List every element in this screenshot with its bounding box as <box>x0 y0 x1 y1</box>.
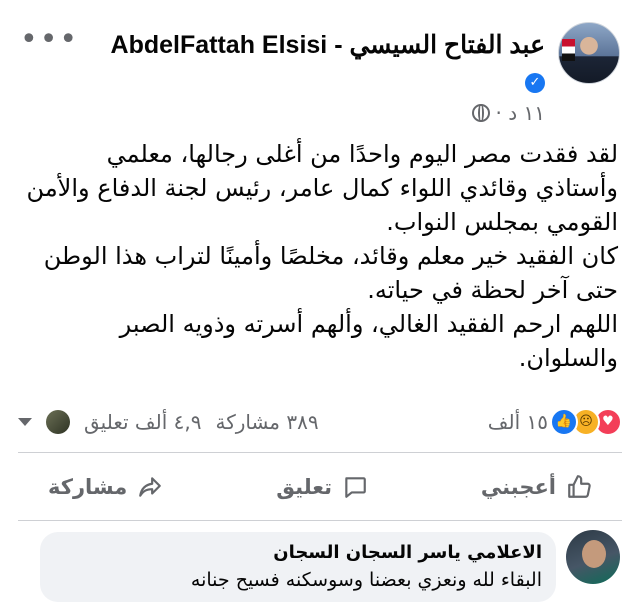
comment-text: البقاء لله ونعزي بعضنا وسوسكنه فسيح جنان… <box>190 569 542 591</box>
comment-bubble: الاعلامي ياسر السجان السجان البقاء لله و… <box>40 532 556 602</box>
post-stats: 👍 ☹ ♥ ١٥ ألف ٣٨٩ مشاركة ٤,٩ ألف تعليق <box>18 404 622 440</box>
verified-badge-icon: ✓ <box>525 73 545 93</box>
share-label: مشاركة <box>48 475 128 499</box>
more-options-button[interactable]: ••• <box>20 25 79 55</box>
reactions-count[interactable]: ١٥ ألف <box>488 410 548 434</box>
like-label: أعجبني <box>480 475 556 499</box>
post-line: كان الفقيد خير معلم وقائد، مخلصًا وأمينً… <box>43 242 618 270</box>
share-icon <box>139 477 162 497</box>
globe-icon <box>471 104 490 122</box>
divider <box>18 520 622 521</box>
post-timestamp[interactable]: ١١ د · <box>496 101 545 125</box>
author-name[interactable]: عبد الفتاح السيسي - AbdelFattah Elsisi <box>111 30 545 60</box>
comment-label: تعليق <box>276 475 333 499</box>
comments-count[interactable]: ٤,٩ ألف تعليق <box>84 410 201 434</box>
divider <box>18 452 622 453</box>
post-line: وأستاذي وقائدي اللواء كمال عامر، رئيس لج… <box>26 174 618 202</box>
post-line: اللهم ارحم الفقيد الغالي، وألهم أسرته وذ… <box>119 310 618 338</box>
like-icon: 👍 <box>550 408 578 436</box>
reactions-summary[interactable]: 👍 ☹ ♥ ١٥ ألف <box>488 408 622 436</box>
comment-button[interactable]: تعليق <box>246 474 398 500</box>
comment-author[interactable]: الاعلامي ياسر السجان السجان <box>54 542 542 563</box>
post-line: والسلوان. <box>518 344 618 372</box>
shares-count[interactable]: ٣٨٩ مشاركة <box>215 410 318 434</box>
chevron-down-icon[interactable] <box>18 418 32 426</box>
viewer-avatar[interactable] <box>46 410 70 434</box>
like-button[interactable]: أعجبني <box>451 474 622 500</box>
post-actions: أعجبني تعليق مشاركة <box>18 462 622 512</box>
author-avatar[interactable] <box>558 22 620 84</box>
share-button[interactable]: مشاركة <box>18 474 193 500</box>
post-meta: ١١ د · <box>471 101 545 125</box>
comment-icon <box>345 477 366 498</box>
egypt-flag-icon <box>562 39 575 61</box>
post-line: حتى آخر لحظة في حياته. <box>367 276 618 304</box>
author-row: عبد الفتاح السيسي - AbdelFattah Elsisi <box>111 30 545 60</box>
engagement-counts: ٣٨٩ مشاركة ٤,٩ ألف تعليق <box>18 410 319 434</box>
facebook-post: عبد الفتاح السيسي - AbdelFattah Elsisi ✓… <box>0 0 640 602</box>
thumbs-up-icon <box>568 475 591 498</box>
post-line: القومي بمجلس النواب. <box>386 208 618 236</box>
post-body: لقد فقدت مصر اليوم واحدًا من أغلى رجالها… <box>20 137 618 375</box>
commenter-avatar[interactable] <box>566 530 620 584</box>
reaction-icons: 👍 ☹ ♥ <box>550 408 622 436</box>
post-line: لقد فقدت مصر اليوم واحدًا من أغلى رجالها… <box>106 140 618 168</box>
